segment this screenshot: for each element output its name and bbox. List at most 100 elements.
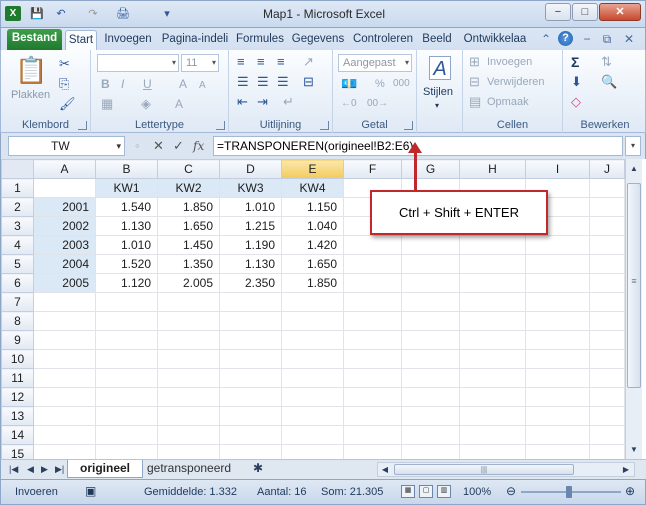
- row-header[interactable]: 2: [1, 197, 34, 217]
- maximize-button[interactable]: □: [572, 3, 598, 21]
- row-header[interactable]: 1: [1, 178, 34, 198]
- cell[interactable]: [343, 368, 402, 388]
- cell[interactable]: [401, 406, 460, 426]
- cell[interactable]: [459, 254, 526, 274]
- cell[interactable]: [525, 368, 590, 388]
- column-header[interactable]: I: [525, 159, 590, 179]
- cell[interactable]: [589, 406, 625, 426]
- cell[interactable]: [459, 406, 526, 426]
- cell[interactable]: 1.040: [281, 216, 344, 236]
- cell[interactable]: 2005: [33, 273, 96, 293]
- cell[interactable]: [589, 349, 625, 369]
- autosum-button[interactable]: Σ: [571, 54, 579, 70]
- resize-handle-icon[interactable]: ◦: [135, 136, 140, 156]
- cell[interactable]: [219, 311, 282, 331]
- tab-controleren[interactable]: Controleren: [349, 30, 417, 50]
- cell[interactable]: [95, 368, 158, 388]
- cell[interactable]: 2004: [33, 254, 96, 274]
- tab-invoegen[interactable]: Invoegen: [99, 30, 157, 50]
- cell[interactable]: 1.350: [157, 254, 220, 274]
- insert-cells-button[interactable]: Invoegen: [487, 54, 532, 70]
- dialog-launcher-icon[interactable]: [78, 121, 87, 130]
- cell[interactable]: [459, 311, 526, 331]
- cell[interactable]: 1.010: [95, 235, 158, 255]
- cell[interactable]: [343, 235, 402, 255]
- font-name-combo[interactable]: ▾: [97, 54, 179, 72]
- cell[interactable]: [525, 387, 590, 407]
- cell[interactable]: 2002: [33, 216, 96, 236]
- thousands-button[interactable]: 000: [393, 76, 410, 92]
- horizontal-scroll-thumb[interactable]: |||: [394, 464, 574, 475]
- cell[interactable]: 1.130: [95, 216, 158, 236]
- cancel-formula-button[interactable]: ✕: [153, 136, 164, 156]
- row-header[interactable]: 6: [1, 273, 34, 293]
- cell[interactable]: [33, 330, 96, 350]
- cell[interactable]: [95, 330, 158, 350]
- cell[interactable]: [95, 406, 158, 426]
- delete-cells-icon[interactable]: ⊟: [469, 74, 480, 90]
- cell[interactable]: [589, 444, 625, 459]
- minimize-button[interactable]: −: [545, 3, 571, 21]
- cell[interactable]: [401, 292, 460, 312]
- cell[interactable]: 2.005: [157, 273, 220, 293]
- cell[interactable]: [219, 444, 282, 459]
- cell[interactable]: [281, 444, 344, 459]
- column-header[interactable]: H: [459, 159, 526, 179]
- cell[interactable]: [525, 254, 590, 274]
- cell[interactable]: [281, 330, 344, 350]
- cell[interactable]: [459, 368, 526, 388]
- tab-ontwikkelaars[interactable]: Ontwikkelaa: [457, 30, 533, 50]
- cell[interactable]: [33, 406, 96, 426]
- page-break-view-icon[interactable]: ▥: [437, 485, 451, 498]
- fill-icon[interactable]: ⬇: [571, 74, 582, 90]
- tab-gegevens[interactable]: Gegevens: [289, 30, 347, 50]
- cell[interactable]: [401, 330, 460, 350]
- close-button[interactable]: ✕: [599, 3, 641, 21]
- spreadsheet-grid[interactable]: ABCDEFGHIJ 1 KW1 KW2 KW3 KW4 2 2001 1.540 1.850 1…: [0, 159, 646, 459]
- cell[interactable]: [281, 406, 344, 426]
- cell[interactable]: [343, 311, 402, 331]
- column-header[interactable]: J: [589, 159, 625, 179]
- cell[interactable]: [589, 330, 625, 350]
- cell[interactable]: [281, 368, 344, 388]
- help-icon[interactable]: ?: [558, 31, 573, 46]
- last-sheet-icon[interactable]: ▶|: [55, 462, 64, 477]
- cell[interactable]: [281, 292, 344, 312]
- cell[interactable]: [401, 254, 460, 274]
- cell[interactable]: [219, 292, 282, 312]
- cell[interactable]: 1.130: [219, 254, 282, 274]
- cell[interactable]: 1.150: [281, 197, 344, 217]
- cell[interactable]: [33, 349, 96, 369]
- copy-icon[interactable]: ⎘: [59, 76, 69, 92]
- font-color-button[interactable]: A: [175, 96, 183, 112]
- cell[interactable]: [525, 273, 590, 293]
- cell[interactable]: [95, 387, 158, 407]
- cell[interactable]: 1.120: [95, 273, 158, 293]
- row-header[interactable]: 7: [1, 292, 34, 312]
- cell[interactable]: [157, 444, 220, 459]
- cell[interactable]: [95, 425, 158, 445]
- increase-indent-icon[interactable]: ⇥: [257, 94, 268, 110]
- cell[interactable]: [589, 387, 625, 407]
- cell[interactable]: [401, 368, 460, 388]
- cell[interactable]: [525, 311, 590, 331]
- cell[interactable]: 1.010: [219, 197, 282, 217]
- scroll-down-icon[interactable]: ▼: [627, 442, 641, 457]
- cell[interactable]: [33, 368, 96, 388]
- insert-function-button[interactable]: fx: [193, 136, 204, 156]
- cell[interactable]: [157, 406, 220, 426]
- cell[interactable]: [589, 425, 625, 445]
- zoom-knob[interactable]: [566, 486, 572, 498]
- new-sheet-icon[interactable]: ✱: [253, 461, 263, 476]
- cell[interactable]: [157, 387, 220, 407]
- chevron-down-icon[interactable]: ▾: [435, 98, 439, 114]
- cell[interactable]: 1.420: [281, 235, 344, 255]
- cell[interactable]: [459, 387, 526, 407]
- align-middle-icon[interactable]: ≡: [257, 54, 265, 70]
- doc-close-icon[interactable]: ✕: [621, 31, 637, 47]
- orientation-icon[interactable]: ↗: [303, 54, 314, 70]
- cell[interactable]: [219, 368, 282, 388]
- shrink-font-button[interactable]: A: [199, 78, 206, 94]
- cell[interactable]: [459, 425, 526, 445]
- dialog-launcher-icon[interactable]: [404, 121, 413, 130]
